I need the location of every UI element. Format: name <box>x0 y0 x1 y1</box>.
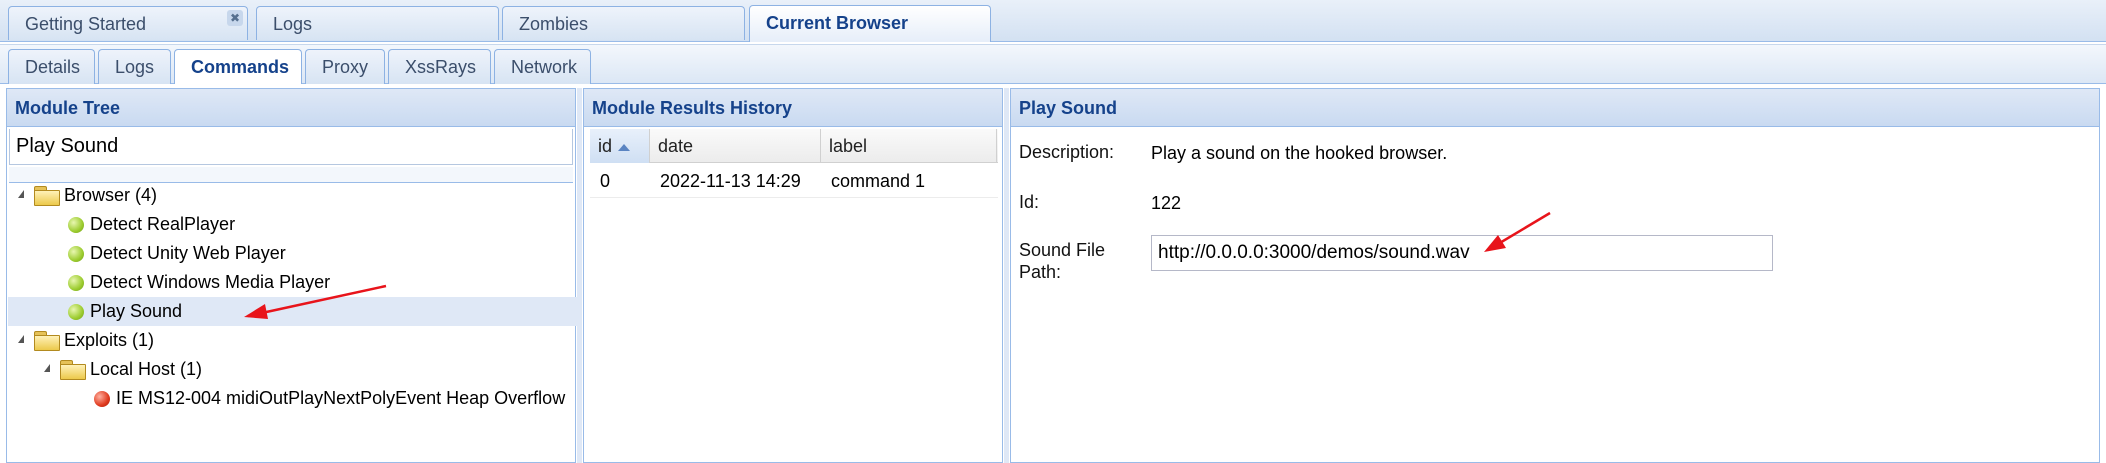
tab-zombies[interactable]: Zombies <box>502 6 745 40</box>
main-tab-strip: Getting Started ✖ Logs Zombies Current B… <box>0 0 2106 42</box>
subtab-label: Network <box>511 57 578 77</box>
tab-getting-started[interactable]: Getting Started ✖ <box>8 6 248 40</box>
cell-date: 2022-11-13 14:29 <box>660 171 801 191</box>
subtab-label: Commands <box>191 57 290 77</box>
folder-icon <box>34 331 60 351</box>
table-row[interactable]: 0 2022-11-13 14:29 command 1 <box>590 164 998 198</box>
column-header-label[interactable]: label <box>821 129 997 163</box>
tree-label: Detect RealPlayer <box>90 214 236 234</box>
panel-title: Module Results History <box>584 89 1002 127</box>
subtab-commands[interactable]: Commands <box>174 49 302 84</box>
tab-logs[interactable]: Logs <box>256 6 499 40</box>
subtab-label: Proxy <box>322 57 369 77</box>
column-header-date[interactable]: date <box>650 129 821 163</box>
status-red-icon <box>94 391 110 407</box>
tree-module-detect-wmp[interactable]: Detect Windows Media Player <box>8 268 578 297</box>
subtab-details[interactable]: Details <box>8 49 95 84</box>
tree-label: Local Host (1) <box>90 359 203 379</box>
subtab-label: Logs <box>115 57 155 77</box>
expand-triangle-icon[interactable] <box>18 335 24 343</box>
subtab-xssrays[interactable]: XssRays <box>388 49 491 84</box>
panel-title: Module Tree <box>7 89 575 127</box>
tab-label: Getting Started <box>25 14 147 34</box>
module-search-input[interactable] <box>9 129 573 165</box>
subtab-label: Details <box>25 57 81 77</box>
tab-current-browser[interactable]: Current Browser <box>749 5 991 42</box>
module-tree-panel: Module Tree Browser (4) Detect RealPlaye… <box>6 88 578 463</box>
tree-label: IE MS12-004 midiOutPlayNextPolyEvent Hea… <box>116 388 566 408</box>
sort-ascending-icon <box>618 143 631 151</box>
status-green-icon <box>68 246 84 262</box>
tree-folder-exploits[interactable]: Exploits (1) <box>8 326 578 355</box>
tree-label: Exploits (1) <box>64 330 155 350</box>
tree-label: Browser (4) <box>64 185 158 205</box>
results-history-panel: Module Results History id date label 0 2… <box>583 88 1003 463</box>
splitter-left[interactable] <box>577 88 582 463</box>
label-line: Sound File <box>1019 240 1106 260</box>
column-header-id[interactable]: id <box>590 129 650 163</box>
tab-label: Logs <box>273 14 313 34</box>
splitter-right[interactable] <box>1004 88 1009 463</box>
grid-header: id date label <box>590 129 998 163</box>
label-line: Path: <box>1019 262 1062 282</box>
status-green-icon <box>68 217 84 233</box>
status-green-icon <box>68 275 84 291</box>
id-label: Id: <box>1019 192 1040 212</box>
close-icon[interactable]: ✖ <box>227 10 243 26</box>
folder-icon <box>60 360 86 380</box>
id-value: 122 <box>1151 193 1182 213</box>
tree-label: Detect Unity Web Player <box>90 243 286 263</box>
subtab-proxy[interactable]: Proxy <box>305 49 385 84</box>
column-label: label <box>829 136 868 156</box>
tree-module-detect-unity[interactable]: Detect Unity Web Player <box>8 239 578 268</box>
subtab-network[interactable]: Network <box>494 49 591 84</box>
subtab-logs[interactable]: Logs <box>98 49 171 84</box>
cell-id: 0 <box>600 171 611 191</box>
tree-folder-local-host[interactable]: Local Host (1) <box>8 355 578 384</box>
description-label: Description: <box>1019 142 1115 162</box>
status-green-icon <box>68 304 84 320</box>
tree-label: Detect Windows Media Player <box>90 272 331 292</box>
column-label: id <box>598 136 613 156</box>
browser-sub-tab-strip: Details Logs Commands Proxy XssRays Netw… <box>0 44 2106 84</box>
expand-triangle-icon[interactable] <box>18 190 24 198</box>
tree-module-ie-ms12-004[interactable]: IE MS12-004 midiOutPlayNextPolyEvent Hea… <box>8 384 578 413</box>
panel-title: Play Sound <box>1011 89 2099 127</box>
folder-icon <box>34 186 60 206</box>
cell-label: command 1 <box>831 171 926 191</box>
description-value: Play a sound on the hooked browser. <box>1151 143 1448 163</box>
tab-label: Current Browser <box>766 13 909 33</box>
tab-label: Zombies <box>519 14 589 34</box>
sound-file-path-input[interactable] <box>1151 235 1773 271</box>
tree-folder-browser[interactable]: Browser (4) <box>8 181 578 210</box>
column-label: date <box>658 136 694 156</box>
sound-path-label: Sound File Path: <box>1019 239 1105 283</box>
module-detail-panel: Play Sound Description: Play a sound on … <box>1010 88 2100 463</box>
expand-triangle-icon[interactable] <box>44 364 50 372</box>
tree-module-play-sound[interactable]: Play Sound <box>8 297 578 326</box>
tree-module-detect-realplayer[interactable]: Detect RealPlayer <box>8 210 578 239</box>
subtab-label: XssRays <box>405 57 477 77</box>
tree-label: Play Sound <box>90 301 183 321</box>
